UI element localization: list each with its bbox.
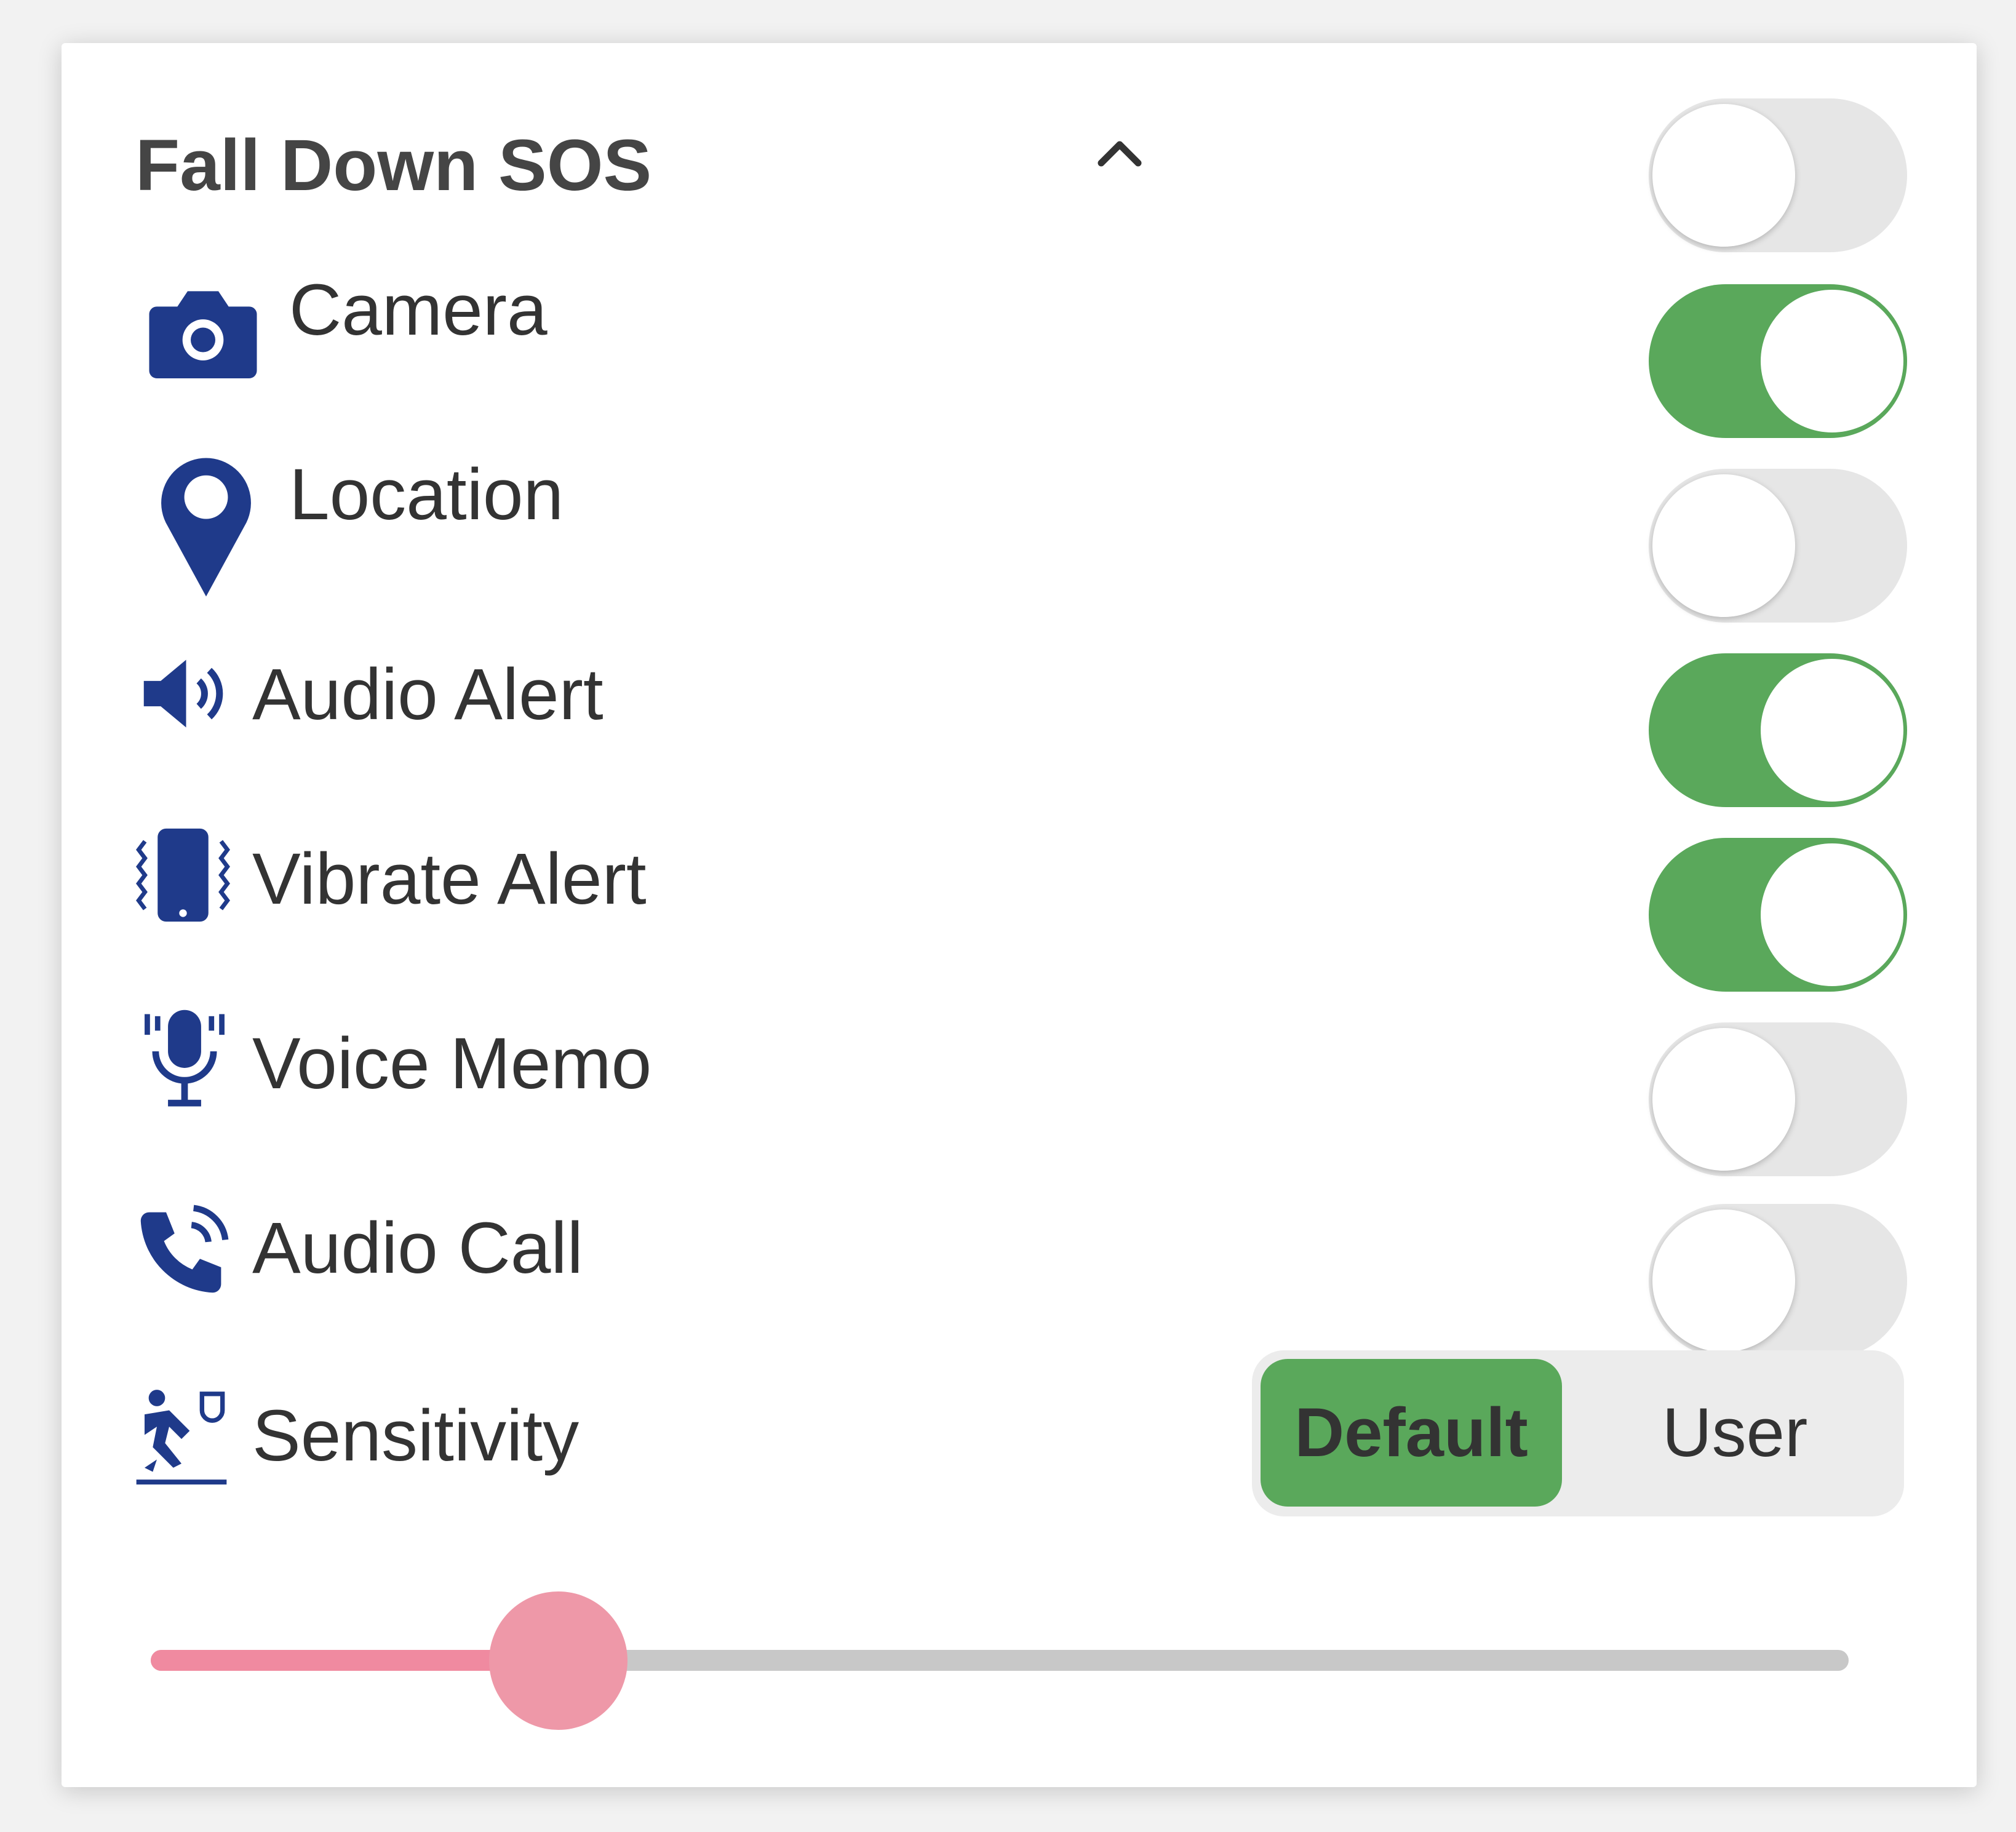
microphone-icon [145, 1010, 225, 1107]
phone-call-icon [140, 1205, 229, 1293]
toggle-knob [1761, 659, 1903, 802]
audio-call-toggle[interactable] [1649, 1204, 1907, 1358]
vibrate-phone-icon [136, 828, 230, 922]
chevron-up-icon[interactable] [1083, 117, 1157, 191]
camera-icon [149, 291, 257, 378]
toggle-knob [1652, 474, 1795, 617]
toggle-knob [1761, 290, 1903, 432]
voice-memo-toggle[interactable] [1649, 1022, 1907, 1176]
sensitivity-user-button[interactable]: User [1578, 1359, 1892, 1507]
row-label-audio-alert: Audio Alert [252, 654, 604, 735]
fall-down-sos-card: Fall Down SOS Camera Location Audio Aler… [62, 43, 1977, 1787]
row-label-audio-call: Audio Call [252, 1208, 583, 1289]
location-pin-icon [161, 458, 251, 597]
toggle-knob [1652, 1028, 1795, 1171]
row-label-sensitivity: Sensitivity [252, 1395, 580, 1476]
toggle-knob [1652, 1209, 1795, 1352]
location-toggle[interactable] [1649, 469, 1907, 623]
audio-alert-toggle[interactable] [1649, 653, 1907, 807]
camera-toggle[interactable] [1649, 284, 1907, 438]
sensitivity-slider-thumb[interactable] [488, 1591, 628, 1730]
row-label-location: Location [289, 454, 564, 535]
toggle-knob [1761, 843, 1903, 986]
fall-down-sos-toggle[interactable] [1649, 98, 1907, 252]
row-label-vibrate-alert: Vibrate Alert [252, 838, 647, 920]
row-label-voice-memo: Voice Memo [252, 1023, 652, 1104]
fall-person-icon [136, 1390, 227, 1485]
sensitivity-default-button[interactable]: Default [1261, 1359, 1562, 1507]
section-title: Fall Down SOS [135, 125, 652, 206]
toggle-knob [1652, 104, 1795, 247]
speaker-icon [143, 659, 223, 728]
sensitivity-slider-track[interactable] [151, 1650, 1849, 1671]
row-label-camera: Camera [289, 269, 548, 351]
sensitivity-segmented-control: Default User [1252, 1350, 1904, 1516]
vibrate-alert-toggle[interactable] [1649, 838, 1907, 992]
